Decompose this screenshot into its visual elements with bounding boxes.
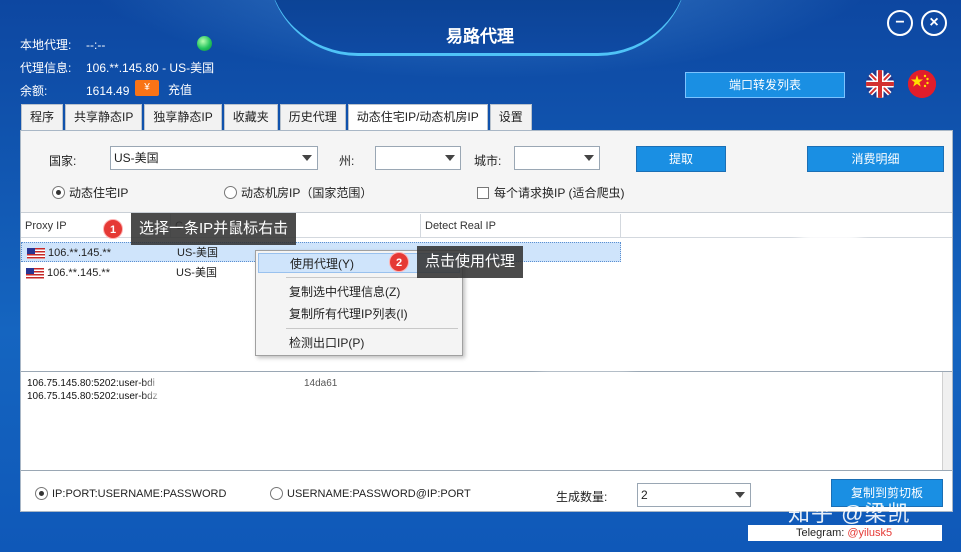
format-user-pass-at-ip-radio[interactable]: USERNAME:PASSWORD@IP:PORT bbox=[270, 487, 471, 500]
format-b-label: USERNAME:PASSWORD@IP:PORT bbox=[287, 487, 471, 500]
us-flag-icon bbox=[26, 268, 44, 279]
minimize-button[interactable]: − bbox=[887, 10, 913, 36]
checkbox-icon bbox=[477, 186, 489, 199]
count-value: 2 bbox=[641, 488, 648, 502]
format-ip-port-user-pass-radio[interactable]: IP:PORT:USERNAME:PASSWORD bbox=[35, 487, 226, 500]
col-detect-real-ip[interactable]: Detect Real IP bbox=[421, 214, 621, 238]
tab-history-proxy[interactable]: 历史代理 bbox=[279, 104, 346, 130]
telegram-watermark: Telegram: @yilusk5 bbox=[748, 525, 942, 541]
us-flag-icon bbox=[27, 248, 45, 259]
title-bar[interactable]: 易路代理 − × bbox=[0, 0, 961, 60]
redaction-blur bbox=[150, 380, 190, 400]
proxy-info: 代理信息: 106.**.145.80 - US-美国 bbox=[20, 59, 214, 76]
menu-item-check-exit-ip[interactable]: 检测出口IP(P) bbox=[258, 333, 460, 353]
dynamic-ip-panel: 国家: US-美国 州: 城市: 提取 消费明细 动态住宅IP 动态机房IP（国… bbox=[20, 130, 953, 512]
step-1-callout: 选择一条IP并鼠标右击 bbox=[131, 213, 297, 245]
coupon-icon[interactable]: ¥ bbox=[135, 80, 159, 96]
balance-info: 余额: 1614.49 bbox=[20, 82, 129, 99]
filter-bar: 国家: US-美国 州: 城市: 提取 消费明细 动态住宅IP 动态机房IP（国… bbox=[21, 131, 952, 213]
close-button[interactable]: × bbox=[921, 10, 947, 36]
row-country: US-美国 bbox=[177, 247, 218, 259]
local-proxy-value: --:-- bbox=[86, 38, 106, 52]
output-fragment: 14da61 bbox=[304, 378, 338, 389]
tab-dynamic-ip[interactable]: 动态住宅IP/动态机房IP bbox=[347, 104, 488, 131]
balance-label: 余额: bbox=[20, 84, 48, 98]
format-a-label: IP:PORT:USERNAME:PASSWORD bbox=[52, 487, 227, 500]
radio-unchecked-icon bbox=[270, 487, 283, 500]
tab-favorites[interactable]: 收藏夹 bbox=[223, 104, 278, 130]
city-label: 城市: bbox=[474, 154, 502, 168]
extract-button[interactable]: 提取 bbox=[636, 146, 726, 172]
connection-status-icon bbox=[197, 36, 212, 51]
radio-checked-icon bbox=[52, 186, 65, 199]
app-window: 易路代理 − × 本地代理: --:-- 代理信息: 106.**.145.80 -… bbox=[0, 0, 961, 552]
step-2-badge: 2 bbox=[389, 252, 409, 272]
row-country: US-美国 bbox=[176, 267, 217, 279]
minimize-icon: − bbox=[895, 14, 905, 31]
english-flag-icon[interactable] bbox=[866, 70, 894, 98]
chevron-down-icon bbox=[584, 155, 594, 161]
dynamic-datacenter-radio[interactable]: 动态机房IP（国家范围） bbox=[224, 184, 372, 201]
tab-dedicated-static-ip[interactable]: 独享静态IP bbox=[144, 104, 222, 130]
tab-settings[interactable]: 设置 bbox=[489, 104, 532, 130]
proxy-info-value: 106.**.145.80 - US-美国 bbox=[86, 61, 215, 75]
main-tabs: 程序 共享静态IP 独享静态IP 收藏夹 历史代理 动态住宅IP/动态机房IP … bbox=[21, 104, 534, 131]
app-title: 易路代理 bbox=[446, 27, 514, 47]
chevron-down-icon bbox=[302, 155, 312, 161]
row-ip: 106.**.145.** bbox=[47, 267, 110, 279]
count-label: 生成数量: bbox=[556, 490, 608, 504]
close-icon: × bbox=[929, 14, 939, 31]
per-request-label: 每个请求换IP (适合爬虫) bbox=[494, 186, 625, 200]
balance-value: 1614.49 bbox=[86, 84, 130, 98]
radio-unchecked-icon bbox=[224, 186, 237, 199]
proxy-info-label: 代理信息: bbox=[20, 61, 72, 75]
port-forward-list-button[interactable]: 端口转发列表 bbox=[685, 72, 845, 98]
tab-shared-static-ip[interactable]: 共享静态IP bbox=[65, 104, 143, 130]
recharge-link[interactable]: 充值 bbox=[168, 81, 192, 98]
telegram-handle: @yilusk5 bbox=[847, 527, 893, 539]
chevron-down-icon bbox=[735, 492, 745, 498]
country-select[interactable]: US-美国 bbox=[110, 146, 318, 170]
output-line: 106.75.145.80:5202:user-bdz bbox=[27, 391, 158, 402]
menu-separator bbox=[286, 328, 458, 329]
chinese-flag-icon[interactable] bbox=[908, 70, 936, 98]
local-proxy-label: 本地代理: bbox=[20, 38, 72, 52]
per-request-checkbox[interactable]: 每个请求换IP (适合爬虫) bbox=[477, 184, 624, 201]
country-label: 国家: bbox=[49, 154, 77, 168]
menu-item-copy-all[interactable]: 复制所有代理IP列表(I) bbox=[258, 304, 460, 324]
telegram-label: Telegram: bbox=[796, 527, 845, 539]
radio-checked-icon bbox=[35, 487, 48, 500]
dynamic-datacenter-label: 动态机房IP（国家范围） bbox=[241, 186, 373, 200]
consumption-details-button[interactable]: 消费明细 bbox=[807, 146, 944, 172]
zhihu-watermark: 知乎 @梁凯 bbox=[788, 501, 911, 526]
tab-program[interactable]: 程序 bbox=[21, 104, 64, 130]
output-scrollbar[interactable] bbox=[942, 372, 952, 470]
country-value: US-美国 bbox=[114, 151, 159, 165]
state-label: 州: bbox=[339, 154, 355, 168]
dynamic-residential-label: 动态住宅IP bbox=[69, 186, 129, 200]
step-1-badge: 1 bbox=[103, 219, 123, 239]
step-2-callout: 点击使用代理 bbox=[417, 246, 524, 278]
state-select[interactable] bbox=[375, 146, 461, 170]
count-select[interactable]: 2 bbox=[637, 483, 751, 507]
city-select[interactable] bbox=[514, 146, 600, 170]
redaction-blur bbox=[540, 375, 630, 397]
output-line: 106.75.145.80:5202:user-bdi bbox=[27, 378, 155, 389]
chevron-down-icon bbox=[445, 155, 455, 161]
redaction-blur bbox=[800, 230, 860, 248]
local-proxy-info: 本地代理: --:-- bbox=[20, 36, 105, 53]
row-ip: 106.**.145.** bbox=[48, 247, 111, 259]
redaction-blur bbox=[720, 330, 790, 348]
menu-item-copy-selected[interactable]: 复制选中代理信息(Z) bbox=[258, 282, 460, 302]
dynamic-residential-radio[interactable]: 动态住宅IP bbox=[52, 184, 128, 201]
